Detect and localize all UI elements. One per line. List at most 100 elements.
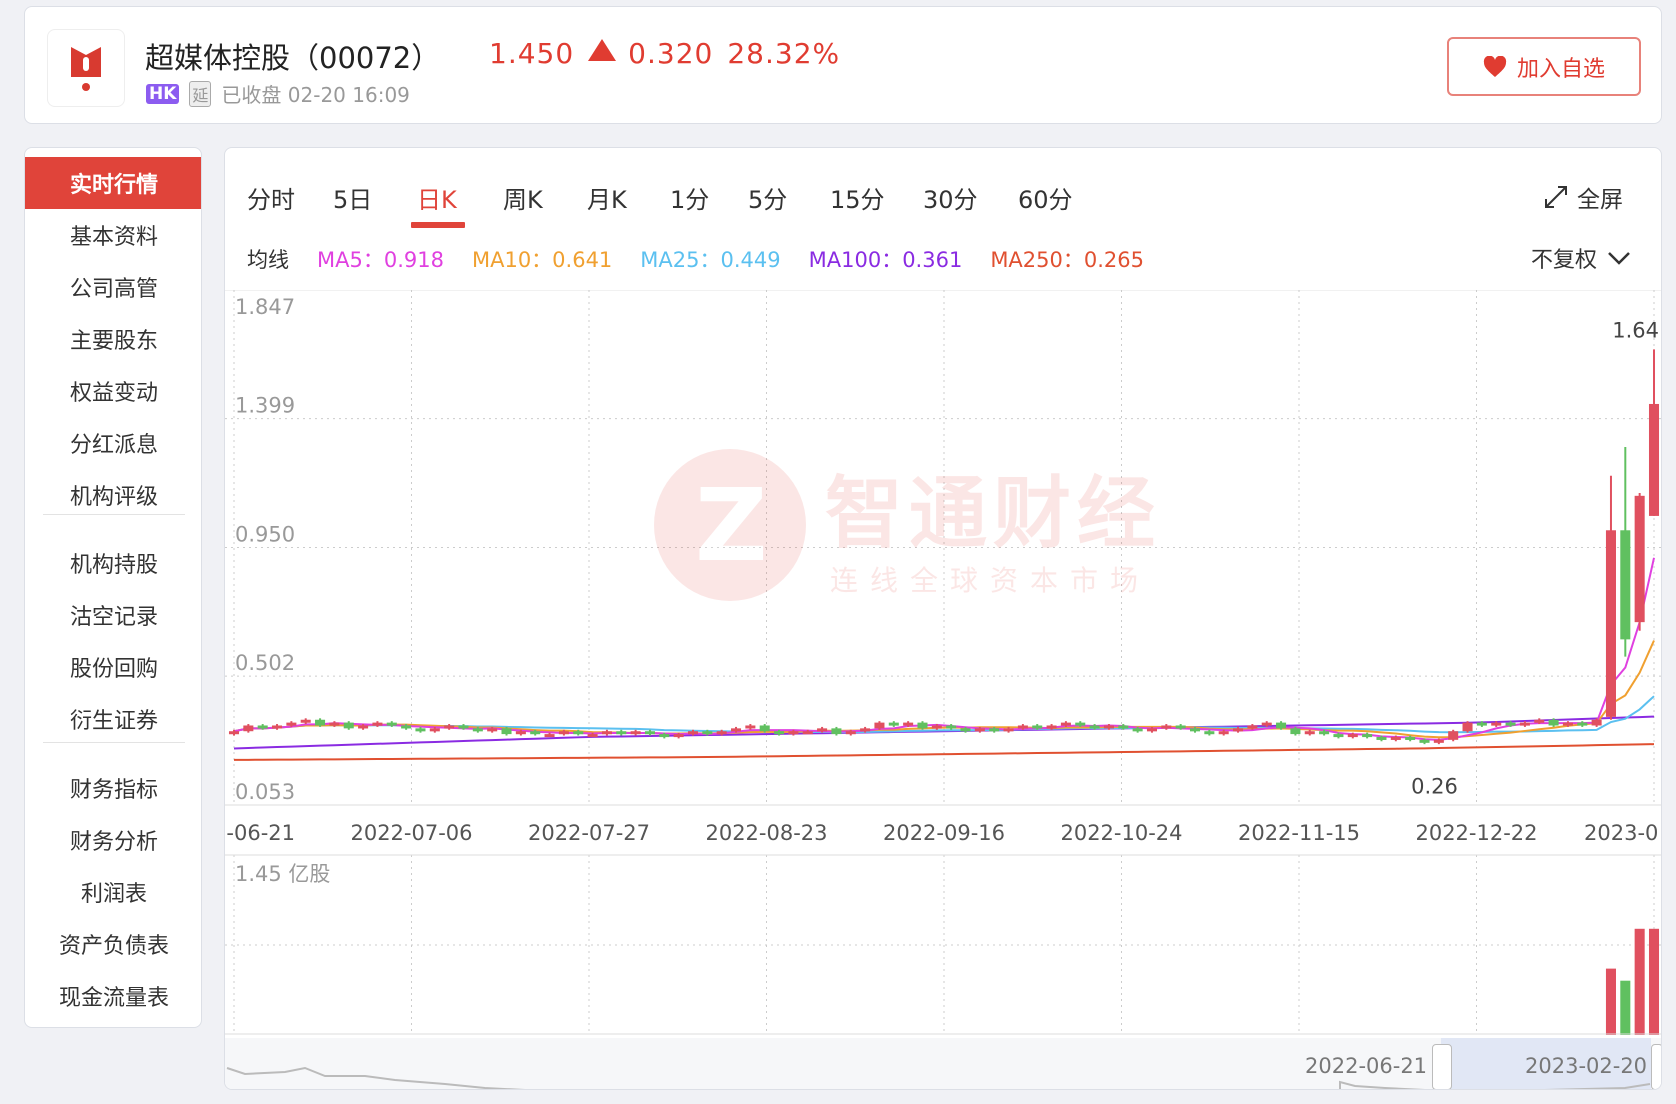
candle-body	[472, 728, 483, 732]
volume-bar	[1620, 980, 1631, 1035]
candle-body	[243, 725, 254, 732]
tab[interactable]: 5分	[748, 180, 787, 215]
candle-body	[1534, 719, 1545, 723]
candle-body	[974, 728, 985, 732]
chart-panel: 分时 5日 日K 周K 月K 1分 5分 15分 30分 60分 全屏 均线 MA5：0.918 MA…	[224, 147, 1662, 1090]
tab[interactable]: 月K	[587, 180, 627, 215]
candle-body	[1247, 725, 1258, 729]
candle-body	[960, 728, 971, 732]
candle-body	[228, 731, 240, 735]
x-tick-label: 2022-08-23	[705, 821, 827, 845]
slider-handle-left[interactable]	[1432, 1044, 1452, 1089]
ma-value: MA5：0.918	[317, 248, 444, 272]
company-logo	[47, 29, 125, 107]
candle-body	[1075, 722, 1086, 726]
candle-body	[558, 731, 569, 735]
tab[interactable]: 日K	[417, 180, 457, 215]
sidebar-item[interactable]: 机构持股	[25, 537, 201, 589]
candle-body	[1620, 530, 1631, 640]
fullscreen-button[interactable]: 全屏	[1543, 180, 1623, 214]
candle-body	[1448, 731, 1459, 740]
tab[interactable]: 周K	[503, 180, 543, 215]
kline-chart[interactable]: 1.847 1.399 0.950 0.502 0.053 2022-06-21 2022-…	[225, 290, 1662, 1035]
candle	[1620, 447, 1631, 657]
candle-body	[329, 722, 340, 726]
sidebar-item[interactable]: 主要股东	[25, 313, 201, 365]
candle-body	[343, 722, 354, 729]
candle	[745, 724, 756, 730]
candle-body	[286, 722, 297, 726]
candle	[1462, 721, 1473, 733]
last-price: 1.450	[489, 37, 575, 70]
candle-body	[1347, 734, 1358, 738]
candle-body	[716, 731, 727, 735]
tab[interactable]: 5日	[333, 180, 372, 215]
candle-body	[515, 731, 526, 735]
candle-body	[272, 725, 283, 729]
candle-body	[1433, 739, 1444, 743]
candle-body	[802, 731, 813, 735]
tab[interactable]: 15分	[830, 180, 885, 215]
candle-body	[860, 728, 871, 732]
y-tick-label: 0.950	[235, 523, 295, 547]
volume-bar	[1605, 968, 1616, 1035]
y-tick-label: 0.053	[235, 780, 295, 804]
tab[interactable]: 30分	[923, 180, 978, 215]
tab[interactable]: 60分	[1018, 180, 1073, 215]
candle-body	[1562, 722, 1573, 726]
sidebar-item[interactable]: 公司高管	[25, 261, 201, 313]
sidebar-item[interactable]: 分红派息	[25, 417, 201, 469]
candle-body	[702, 731, 713, 735]
range-slider[interactable]: 2022-06-21 2023-02-20	[225, 1038, 1661, 1089]
candle-body	[831, 728, 842, 735]
x-tick-label: 2022-12-22	[1415, 821, 1537, 845]
sidebar-item[interactable]: 基本资料	[25, 209, 201, 261]
watermark-slogan: 连线全球资本市场	[830, 564, 1150, 597]
stock-meta: HK 延已收盘 02-20 16:09	[146, 79, 410, 108]
candle	[616, 729, 627, 736]
volume-bar	[1648, 928, 1660, 1035]
market-badge: HK	[146, 83, 180, 104]
candle-body	[845, 731, 856, 735]
candle-body	[315, 719, 326, 726]
watermark: Z 智通财经连线全球资本市场	[654, 449, 1155, 601]
candle-body	[1060, 722, 1071, 726]
candle-body	[1390, 736, 1401, 740]
slider-handle-right[interactable]	[1651, 1044, 1661, 1089]
candle-body	[687, 731, 699, 735]
sidebar-item[interactable]: 现金流量表	[25, 970, 201, 1022]
candle-body	[1648, 403, 1660, 516]
candle-body	[1405, 736, 1416, 740]
add-watchlist-label: 加入自选	[1516, 56, 1605, 82]
candle-body	[759, 725, 770, 732]
candle	[343, 721, 354, 730]
candle	[300, 718, 311, 725]
tab[interactable]: 分时	[247, 180, 295, 215]
sidebar-item[interactable]: 利润表	[25, 866, 201, 918]
sidebar-item[interactable]: 财务分析	[25, 814, 201, 866]
x-tick-label: 2022-07-27	[528, 821, 650, 845]
candle-body	[946, 725, 957, 729]
sidebar-item[interactable]: 实时行情	[25, 157, 201, 209]
adjust-dropdown[interactable]: 不复权	[1531, 242, 1631, 274]
tab[interactable]: 1分	[670, 180, 709, 215]
sidebar-item[interactable]: 股份回购	[25, 641, 201, 693]
heart-icon	[1483, 55, 1507, 77]
sidebar-item[interactable]: 资产负债表	[25, 918, 201, 970]
sidebar-item[interactable]: 衍生证券	[25, 693, 201, 745]
candle-body	[1032, 725, 1043, 729]
candle-body	[372, 722, 383, 726]
market-status: 已收盘 02-20 16:09	[221, 83, 410, 107]
sidebar-item[interactable]: 财务指标	[25, 762, 201, 814]
candle	[1204, 729, 1215, 736]
candle-body	[1577, 722, 1588, 726]
candle	[1304, 729, 1315, 736]
candle-body	[903, 722, 914, 726]
price-change: 0.320	[628, 37, 714, 70]
sidebar-item[interactable]: 权益变动	[25, 365, 201, 417]
min-price-label: 0.26	[1411, 775, 1458, 799]
add-watchlist-button[interactable]: 加入自选	[1447, 37, 1641, 96]
candle-body	[917, 722, 928, 729]
ma-legend: 均线 MA5：0.918 MA10：0.641 MA25：0.449 MA100：0.3…	[247, 244, 1144, 274]
sidebar-item[interactable]: 沽空记录	[25, 589, 201, 641]
